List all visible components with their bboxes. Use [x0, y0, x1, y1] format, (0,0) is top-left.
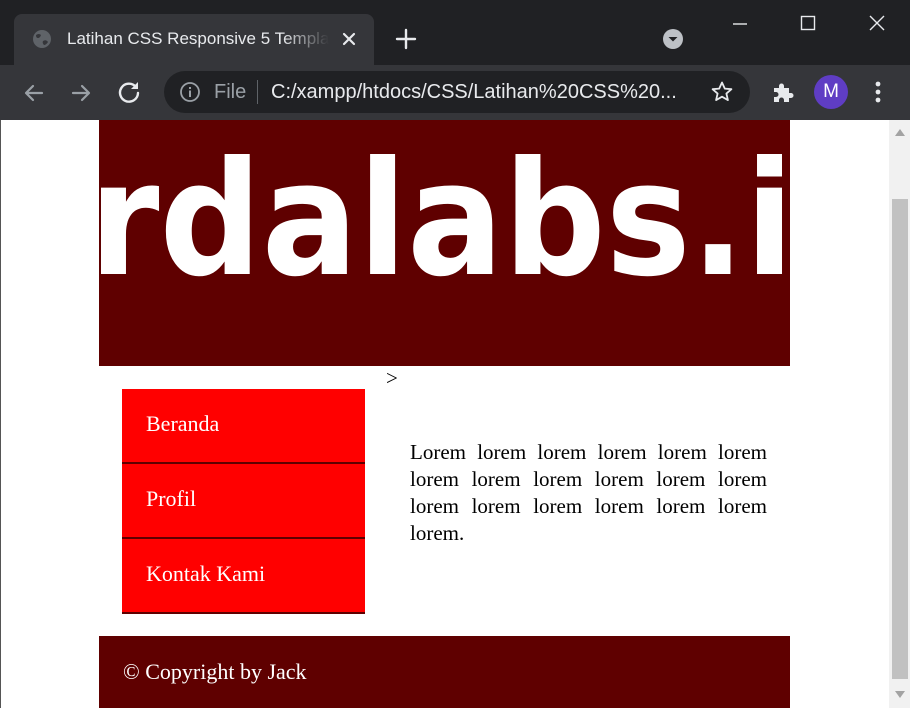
- new-tab-icon[interactable]: [393, 26, 419, 52]
- menu-item-kontak-kami[interactable]: Kontak Kami: [122, 539, 365, 614]
- logo-text: rdalabs.i: [99, 128, 790, 312]
- reload-icon[interactable]: [115, 78, 143, 106]
- globe-icon: [33, 30, 51, 48]
- omnibox-separator: [257, 80, 258, 104]
- url-text[interactable]: C:/xampp/htdocs/CSS/Latihan%20CSS%20...: [271, 81, 691, 103]
- menu-item-profil[interactable]: Profil: [122, 464, 365, 539]
- address-bar[interactable]: File C:/xampp/htdocs/CSS/Latihan%20CSS%2…: [164, 71, 750, 113]
- scrollbar-thumb[interactable]: [892, 199, 908, 679]
- scheme-label: File: [214, 81, 247, 103]
- tab-search-icon[interactable]: [662, 28, 684, 50]
- tab-strip: Latihan CSS Responsive 5 Template: [0, 0, 910, 65]
- info-icon[interactable]: [179, 81, 201, 103]
- stray-text: >: [386, 366, 398, 390]
- scroll-down-arrow-icon[interactable]: [894, 690, 906, 700]
- copyright-text: © Copyright by Jack: [123, 659, 307, 684]
- maximize-icon[interactable]: [794, 8, 822, 36]
- profile-avatar[interactable]: M: [814, 75, 848, 109]
- vertical-scrollbar[interactable]: [889, 120, 910, 708]
- page-viewport: rdalabs.i > Beranda Profil Kontak Kami L…: [0, 120, 910, 708]
- browser-toolbar: File C:/xampp/htdocs/CSS/Latihan%20CSS%2…: [0, 65, 910, 120]
- window-close-icon[interactable]: [862, 8, 892, 38]
- close-tab-icon[interactable]: [339, 29, 359, 49]
- browser-tab[interactable]: Latihan CSS Responsive 5 Template: [14, 14, 374, 65]
- kebab-menu-icon[interactable]: [866, 79, 890, 105]
- minimize-icon[interactable]: [726, 10, 754, 38]
- tab-title: Latihan CSS Responsive 5 Template: [67, 29, 329, 48]
- scroll-up-arrow-icon[interactable]: [894, 127, 906, 137]
- back-arrow-icon[interactable]: [20, 79, 48, 107]
- forward-arrow-icon[interactable]: [67, 79, 95, 107]
- site-logo: rdalabs.i: [99, 128, 790, 312]
- bookmark-star-icon[interactable]: [710, 80, 734, 104]
- article-text: Lorem lorem lorem lorem lorem lorem lore…: [410, 440, 767, 545]
- menu-item-beranda[interactable]: Beranda: [122, 389, 365, 464]
- side-menu: Beranda Profil Kontak Kami: [122, 389, 365, 614]
- page-footer: © Copyright by Jack: [99, 636, 790, 708]
- page-header: rdalabs.i: [99, 120, 790, 366]
- extensions-puzzle-icon[interactable]: [771, 80, 795, 104]
